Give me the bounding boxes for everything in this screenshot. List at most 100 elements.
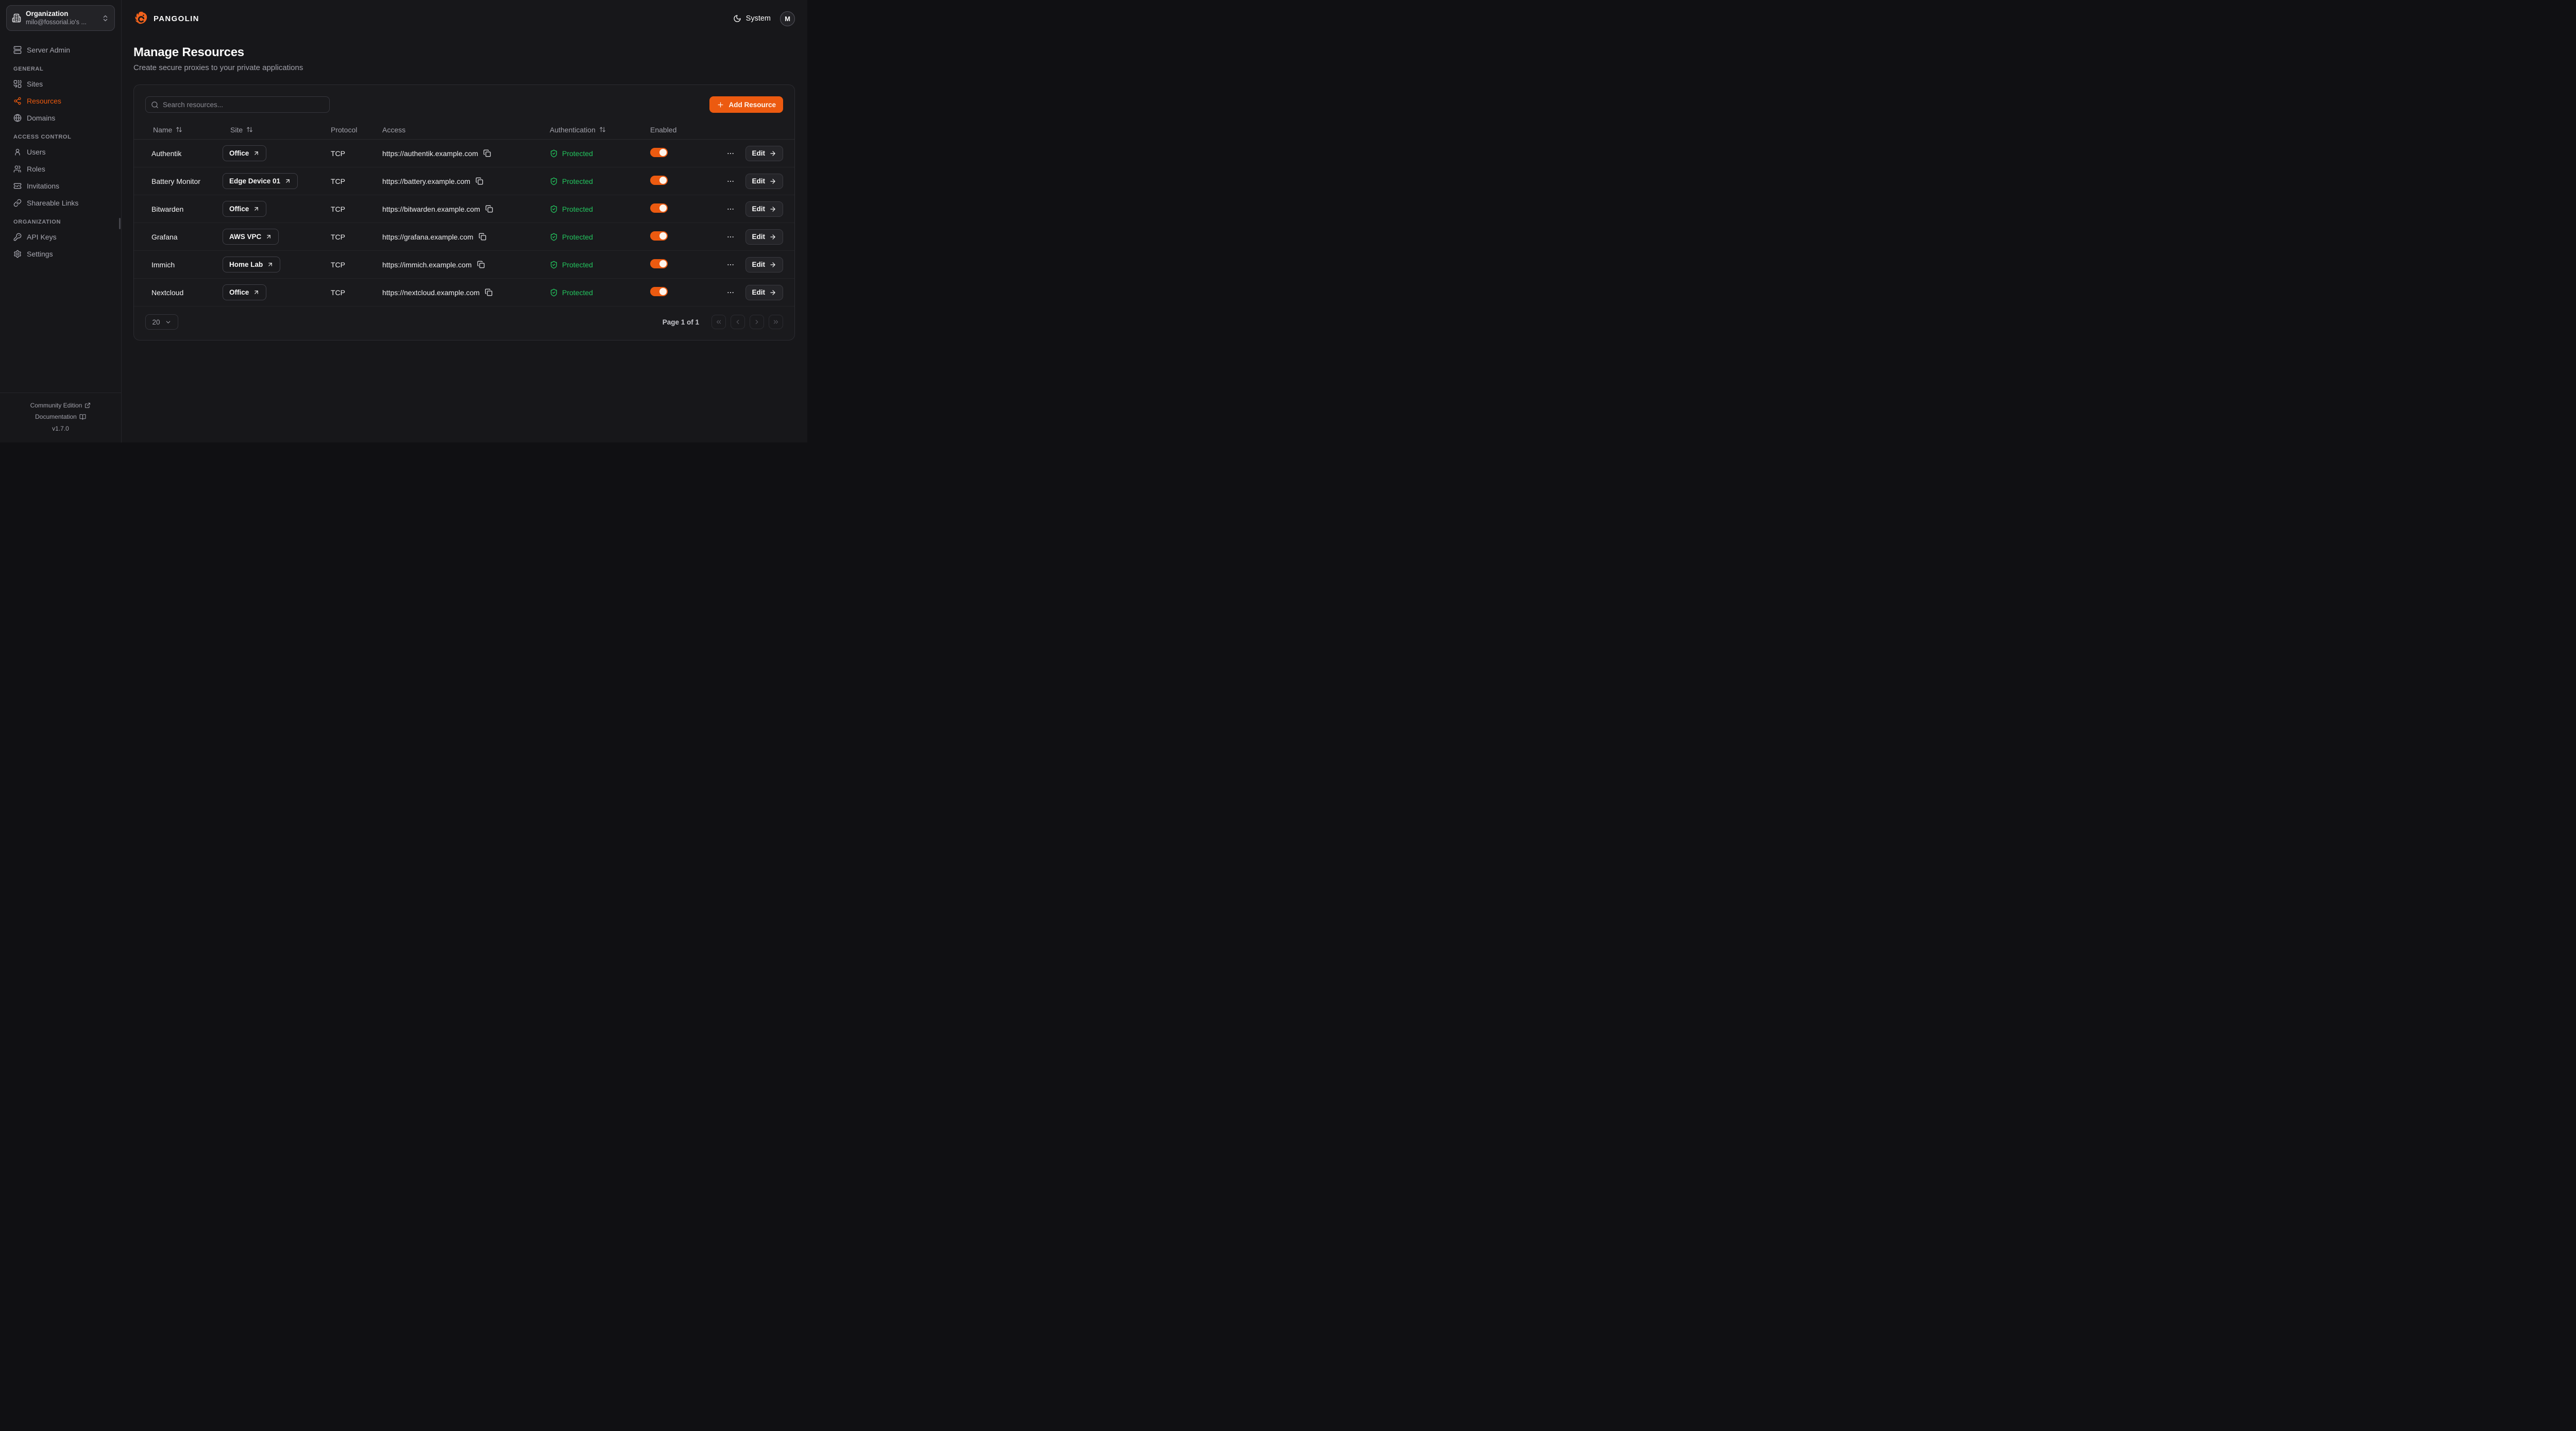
arrow-up-right-icon [253, 206, 260, 212]
copy-button[interactable] [485, 288, 493, 296]
enabled-toggle[interactable] [650, 176, 668, 185]
access-url: https://bitwarden.example.com [382, 205, 480, 213]
enabled-toggle[interactable] [650, 203, 668, 213]
sidebar-item-domains[interactable]: Domains [6, 109, 115, 126]
resource-name: Battery Monitor [145, 177, 223, 185]
combine-icon [13, 80, 22, 88]
page-size-select[interactable]: 20 [145, 314, 178, 330]
edit-button[interactable]: Edit [745, 229, 784, 245]
copy-button[interactable] [479, 233, 486, 241]
copy-button[interactable] [483, 149, 491, 157]
documentation-link[interactable]: Documentation [0, 411, 121, 423]
resource-name: Bitwarden [145, 205, 223, 213]
table-row: Immich Home Lab TCP https://immich.examp… [134, 251, 794, 279]
arrow-up-right-icon [253, 289, 260, 296]
chevrons-left-icon [715, 318, 722, 326]
share-network-icon [13, 97, 22, 105]
sidebar-item-label: Sites [27, 80, 43, 88]
sidebar-item-settings[interactable]: Settings [6, 245, 115, 262]
section-label-organization: ORGANIZATION [6, 219, 115, 225]
sidebar-item-sites[interactable]: Sites [6, 75, 115, 92]
edit-button[interactable]: Edit [745, 257, 784, 272]
auth-status: Protected [562, 288, 593, 297]
sidebar-scrollbar-thumb[interactable] [119, 218, 121, 229]
sidebar-item-shareable-links[interactable]: Shareable Links [6, 194, 115, 211]
add-resource-button[interactable]: Add Resource [709, 96, 783, 113]
edit-button[interactable]: Edit [745, 174, 784, 189]
search-box [145, 96, 330, 113]
app-window: Organization milo@fossorial.io's ... Ser… [0, 0, 807, 442]
page-header: Manage Resources Create secure proxies t… [133, 45, 795, 72]
resources-card: Add Resource Name Site Protocol Access [133, 84, 795, 340]
table-row: Authentik Office TCP https://authentik.e… [134, 140, 794, 167]
chevrons-up-down-icon [101, 14, 109, 22]
protocol-value: TCP [331, 205, 382, 213]
gear-icon [13, 250, 22, 258]
column-header-site[interactable]: Site [223, 126, 331, 134]
prev-page-button[interactable] [731, 315, 745, 329]
row-menu-button[interactable] [726, 149, 735, 158]
org-selector[interactable]: Organization milo@fossorial.io's ... [6, 5, 115, 31]
copy-button[interactable] [476, 177, 483, 185]
section-label-general: GENERAL [6, 66, 115, 72]
row-menu-button[interactable] [726, 177, 735, 185]
site-link-button[interactable]: Home Lab [223, 257, 280, 272]
arrow-right-icon [769, 206, 776, 213]
row-menu-button[interactable] [726, 233, 735, 241]
column-header-authentication[interactable]: Authentication [550, 126, 650, 134]
edit-button[interactable]: Edit [745, 285, 784, 300]
sidebar-item-label: Users [27, 148, 46, 156]
shield-check-icon [550, 288, 558, 297]
sidebar-item-api-keys[interactable]: API Keys [6, 228, 115, 245]
edit-button[interactable]: Edit [745, 201, 784, 217]
ticket-check-icon [13, 182, 22, 190]
sidebar-item-label: Server Admin [27, 46, 70, 54]
globe-icon [13, 114, 22, 122]
copy-button[interactable] [485, 205, 493, 213]
shield-check-icon [550, 261, 558, 269]
enabled-toggle[interactable] [650, 259, 668, 268]
next-page-button[interactable] [750, 315, 764, 329]
enabled-toggle[interactable] [650, 148, 668, 157]
page-subtitle: Create secure proxies to your private ap… [133, 63, 795, 72]
site-link-button[interactable]: Edge Device 01 [223, 173, 298, 189]
sidebar-item-roles[interactable]: Roles [6, 160, 115, 177]
resource-name: Authentik [145, 149, 223, 158]
sidebar-item-resources[interactable]: Resources [6, 92, 115, 109]
last-page-button[interactable] [769, 315, 783, 329]
external-link-icon [84, 402, 91, 408]
arrow-up-right-icon [267, 261, 274, 268]
table-header: Name Site Protocol Access Authentication [134, 120, 794, 140]
sidebar-item-label: Resources [27, 97, 61, 105]
ellipsis-icon [726, 149, 735, 158]
sidebar-item-users[interactable]: Users [6, 143, 115, 160]
enabled-toggle[interactable] [650, 287, 668, 296]
sidebar-item-server-admin[interactable]: Server Admin [6, 41, 115, 58]
column-header-name[interactable]: Name [145, 126, 223, 134]
theme-toggle[interactable]: System [733, 14, 771, 23]
access-url: https://battery.example.com [382, 177, 470, 185]
sidebar-item-invitations[interactable]: Invitations [6, 177, 115, 194]
community-edition-link[interactable]: Community Edition [0, 400, 121, 412]
site-link-button[interactable]: Office [223, 284, 266, 300]
avatar[interactable]: M [780, 11, 795, 26]
first-page-button[interactable] [711, 315, 726, 329]
auth-status: Protected [562, 233, 593, 241]
site-link-button[interactable]: AWS VPC [223, 229, 279, 245]
row-menu-button[interactable] [726, 205, 735, 213]
edit-button[interactable]: Edit [745, 146, 784, 161]
ellipsis-icon [726, 261, 735, 269]
arrow-right-icon [769, 261, 776, 268]
row-menu-button[interactable] [726, 261, 735, 269]
enabled-toggle[interactable] [650, 231, 668, 241]
access-url: https://immich.example.com [382, 261, 472, 269]
table-row: Grafana AWS VPC TCP https://grafana.exam… [134, 223, 794, 251]
search-input[interactable] [163, 101, 324, 109]
site-link-button[interactable]: Office [223, 201, 266, 217]
arrow-right-icon [769, 178, 776, 185]
site-link-button[interactable]: Office [223, 145, 266, 161]
shield-check-icon [550, 233, 558, 241]
copy-button[interactable] [477, 261, 485, 268]
row-menu-button[interactable] [726, 288, 735, 297]
copy-icon [477, 261, 485, 268]
